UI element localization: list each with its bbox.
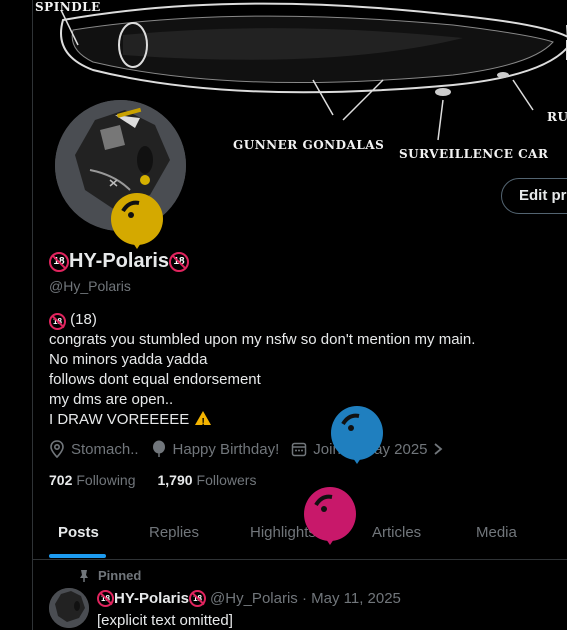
bio-line-text: I DRAW VOREEEEE — [49, 411, 190, 428]
bio-line: follows dont equal endorsement — [49, 371, 261, 388]
followers-label: Followers — [196, 472, 257, 488]
tab-articles[interactable]: Articles — [372, 505, 421, 560]
following-link[interactable]: 702 Following — [49, 472, 136, 488]
profile-bio: 18 (18) congrats you stumbled upon my ns… — [49, 310, 476, 433]
post-author-name: HY-Polaris — [114, 590, 190, 607]
warning-icon — [195, 411, 212, 433]
birthday-text: Happy Birthday! — [172, 440, 280, 458]
tab-media[interactable]: Media — [476, 505, 517, 560]
avatar-image — [49, 588, 89, 628]
post-author[interactable]: 18 HY-Polaris 18 — [97, 590, 207, 607]
tab-replies[interactable]: Replies — [149, 505, 199, 560]
adult-18-icon: 18 — [49, 313, 66, 330]
balloon-yellow-icon — [111, 193, 163, 249]
post-avatar[interactable] — [49, 588, 89, 628]
location: Stomach.. — [49, 440, 139, 458]
post-handle-date: @Hy_Polaris · May 11, 2025 — [210, 590, 401, 607]
balloon-blue-icon — [331, 406, 383, 464]
location-text: Stomach.. — [71, 440, 139, 458]
bio-line: No minors yadda yadda — [49, 351, 208, 368]
profile-handle: @Hy_Polaris — [49, 278, 131, 294]
followers-count: 1,790 — [157, 472, 193, 488]
adult-18-icon: 18 — [189, 590, 207, 607]
tab-posts[interactable]: Posts — [58, 505, 99, 560]
banner-label: RU — [547, 110, 567, 124]
following-label: Following — [76, 472, 136, 488]
edit-profile-button[interactable]: Edit pro — [501, 178, 567, 214]
chevron-right-icon — [433, 443, 442, 455]
calendar-icon — [292, 442, 307, 457]
bio-line: 18 (18) — [49, 310, 475, 330]
profile-meta: Stomach.. Happy Birthday! Joined May 202… — [49, 440, 462, 458]
banner-label: GUNNER GONDALAS — [233, 138, 385, 152]
column-border — [32, 0, 33, 630]
post-text: [explicit text omitted] — [97, 612, 233, 629]
adult-18-icon: 18 — [169, 251, 190, 272]
pinned-text: Pinned — [98, 568, 142, 583]
bio-line-text: (18) — [70, 311, 97, 328]
balloon-pink-icon — [304, 487, 356, 545]
pinned-label: Pinned — [78, 568, 141, 583]
banner-label: SURVEILLENCE CAR — [399, 147, 549, 161]
profile-tabs: Posts Replies Highlights Articles Media — [33, 505, 567, 560]
location-pin-icon — [50, 440, 64, 458]
bio-line: my dms are open.. — [49, 391, 174, 408]
bio-line: congrats you stumbled upon my nsfw so do… — [49, 331, 476, 348]
bio-line: I DRAW VOREEEEE — [49, 410, 475, 433]
follow-stats: 702 Following 1,790 Followers — [49, 472, 278, 488]
adult-18-icon: 18 — [49, 251, 69, 272]
profile-page: SPINDLE GUNNER GONDALAS SURVEILLENCE CAR… — [0, 0, 567, 630]
adult-18-icon: 18 — [97, 590, 114, 607]
birthday: Happy Birthday! — [151, 440, 280, 458]
followers-link[interactable]: 1,790 Followers — [158, 472, 257, 488]
post-header: 18 HY-Polaris 18 @Hy_Polaris · May 11, 2… — [97, 590, 401, 607]
balloon-icon — [152, 440, 165, 457]
pin-icon — [80, 569, 88, 582]
active-tab-indicator — [49, 554, 106, 558]
following-count: 702 — [49, 472, 73, 488]
banner-label: SPINDLE — [35, 0, 101, 14]
